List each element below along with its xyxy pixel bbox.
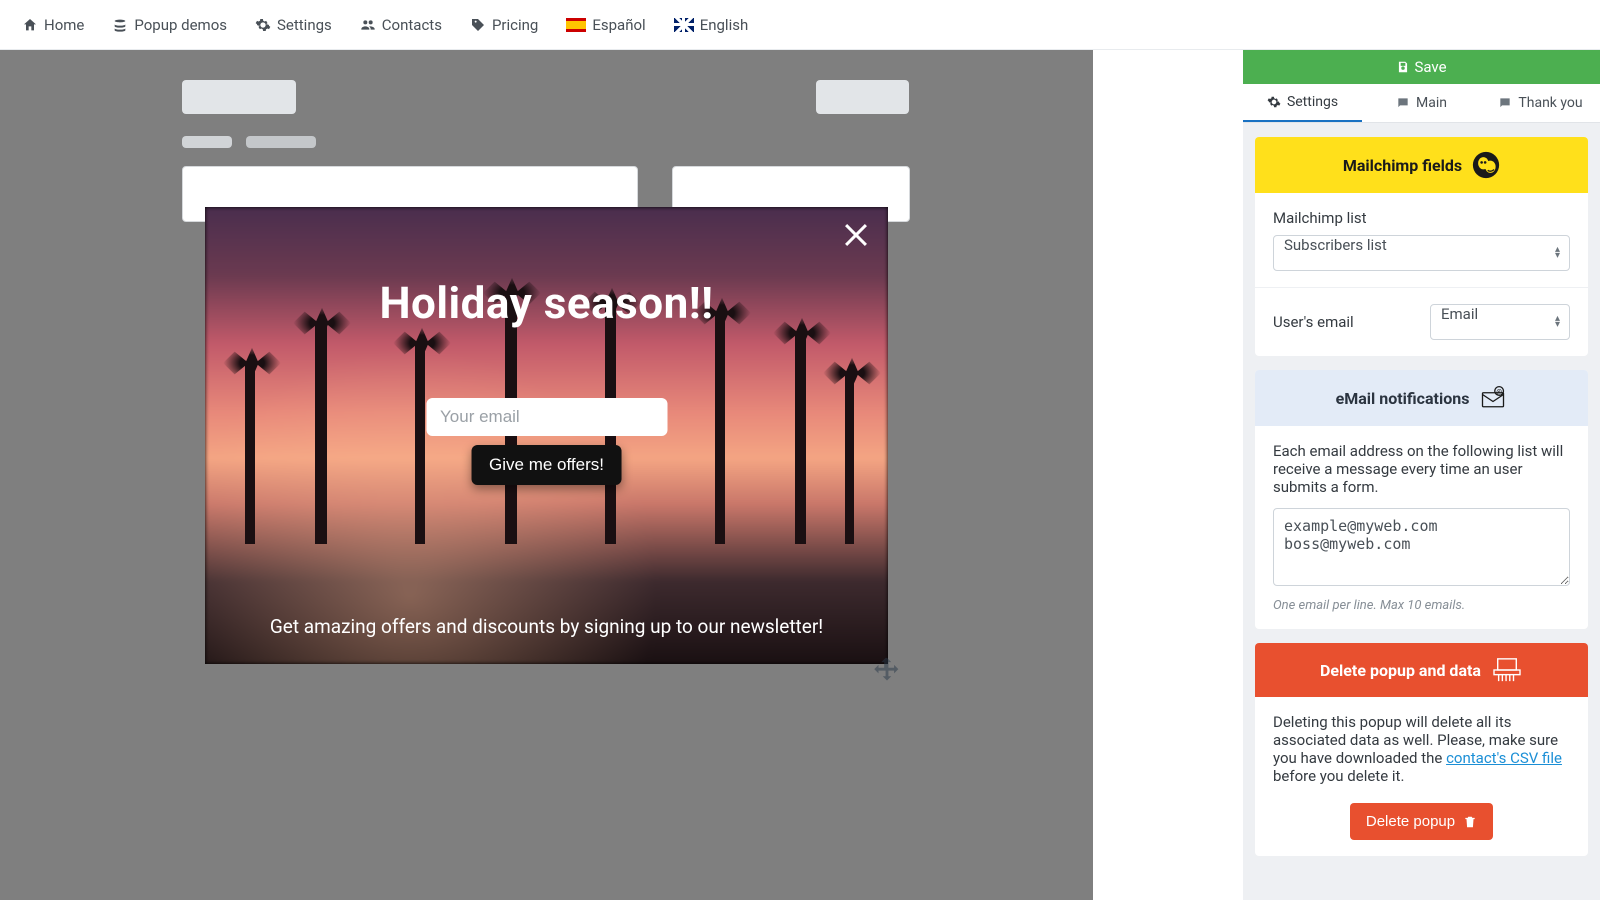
stack-icon <box>112 17 128 33</box>
nav-settings-label: Settings <box>277 16 332 34</box>
nav-popup-demos[interactable]: Popup demos <box>98 16 241 34</box>
users-icon <box>360 17 376 33</box>
panel-email-header: eMail notifications @ <box>1255 370 1588 426</box>
panel-mailchimp-header: Mailchimp fields <box>1255 137 1588 193</box>
shredder-icon <box>1491 657 1523 683</box>
tab-settings[interactable]: Settings <box>1243 84 1362 122</box>
mailchimp-email-select[interactable]: Email <box>1430 304 1570 340</box>
contacts-csv-link[interactable]: contact's CSV file <box>1446 749 1562 767</box>
nav-spanish-label: Español <box>592 16 645 34</box>
mail-icon: @ <box>1479 384 1507 412</box>
tab-main[interactable]: Main <box>1362 84 1481 122</box>
popup-title[interactable]: Holiday season!! <box>205 277 888 329</box>
message-icon <box>1396 96 1410 110</box>
tab-main-label: Main <box>1416 95 1447 111</box>
email-notif-body: Each email address on the following list… <box>1255 426 1588 629</box>
tab-thank-you[interactable]: Thank you <box>1481 84 1600 122</box>
mailchimp-email-row: User's email Email ▴▾ <box>1255 287 1588 356</box>
top-nav: Home Popup demos Settings Contacts Prici… <box>0 0 1600 50</box>
nav-home-label: Home <box>44 16 84 34</box>
panel-mailchimp-title: Mailchimp fields <box>1343 156 1462 175</box>
delete-popup-button[interactable]: Delete popup <box>1350 803 1493 840</box>
nav-spanish[interactable]: Español <box>552 16 659 34</box>
nav-english-label: English <box>700 16 749 34</box>
close-icon[interactable] <box>842 221 870 249</box>
popup-preview[interactable]: Holiday season!! Give me offers! Get ama… <box>205 207 888 664</box>
popup-cta-button[interactable]: Give me offers! <box>471 445 622 485</box>
mailchimp-email-value: Email <box>1441 305 1478 323</box>
mailchimp-list-label: Mailchimp list <box>1273 209 1570 227</box>
panel-danger: Delete popup and data Deleting this popu… <box>1255 643 1588 856</box>
panel-danger-title: Delete popup and data <box>1320 661 1481 680</box>
flag-en-icon <box>674 18 694 32</box>
nav-home[interactable]: Home <box>8 16 98 34</box>
svg-text:@: @ <box>1497 389 1503 396</box>
email-notif-textarea[interactable] <box>1273 508 1570 586</box>
tag-icon <box>470 17 486 33</box>
nav-english[interactable]: English <box>660 16 763 34</box>
nav-settings[interactable]: Settings <box>241 16 346 34</box>
nav-pricing[interactable]: Pricing <box>456 16 552 34</box>
trash-icon <box>1463 815 1477 829</box>
danger-body: Deleting this popup will delete all its … <box>1255 697 1588 856</box>
save-icon <box>1396 60 1410 74</box>
nav-contacts-label: Contacts <box>382 16 442 34</box>
panel-email-title: eMail notifications <box>1336 389 1470 408</box>
tab-thank-you-label: Thank you <box>1518 95 1582 111</box>
save-button[interactable]: Save <box>1243 50 1600 84</box>
workspace: Holiday season!! Give me offers! Get ama… <box>0 50 1600 900</box>
popup-subtitle[interactable]: Get amazing offers and discounts by sign… <box>205 615 888 638</box>
nav-pricing-label: Pricing <box>492 16 538 34</box>
save-label: Save <box>1414 58 1446 76</box>
tab-settings-label: Settings <box>1287 94 1338 110</box>
email-notif-desc: Each email address on the following list… <box>1273 442 1570 496</box>
panel-danger-header: Delete popup and data <box>1255 643 1588 697</box>
email-notif-hint: One email per line. Max 10 emails. <box>1273 598 1570 613</box>
delete-popup-label: Delete popup <box>1366 813 1455 830</box>
sidebar-tabs: Settings Main Thank you <box>1243 84 1600 123</box>
mailchimp-list-select[interactable]: Subscribers list <box>1273 235 1570 271</box>
mailchimp-email-label: User's email <box>1273 313 1418 331</box>
message-filled-icon <box>1498 96 1512 110</box>
nav-contacts[interactable]: Contacts <box>346 16 456 34</box>
mailchimp-list-value: Subscribers list <box>1284 236 1387 254</box>
move-handle-icon[interactable] <box>870 655 904 689</box>
popup-email-input[interactable] <box>426 398 667 436</box>
mailchimp-icon <box>1472 151 1500 179</box>
gear-icon <box>255 17 271 33</box>
flag-es-icon <box>566 18 586 32</box>
gear-icon <box>1267 95 1281 109</box>
nav-popup-demos-label: Popup demos <box>134 16 227 34</box>
panel-email-notif: eMail notifications @ Each email address… <box>1255 370 1588 629</box>
settings-sidebar: Save Settings Main Thank you Mailchimp f… <box>1243 50 1600 900</box>
home-icon <box>22 17 38 33</box>
mailchimp-list-row: Mailchimp list Subscribers list ▴▾ <box>1255 193 1588 287</box>
panel-mailchimp: Mailchimp fields Mailchimp list Subscrib… <box>1255 137 1588 356</box>
danger-desc: Deleting this popup will delete all its … <box>1273 713 1570 785</box>
